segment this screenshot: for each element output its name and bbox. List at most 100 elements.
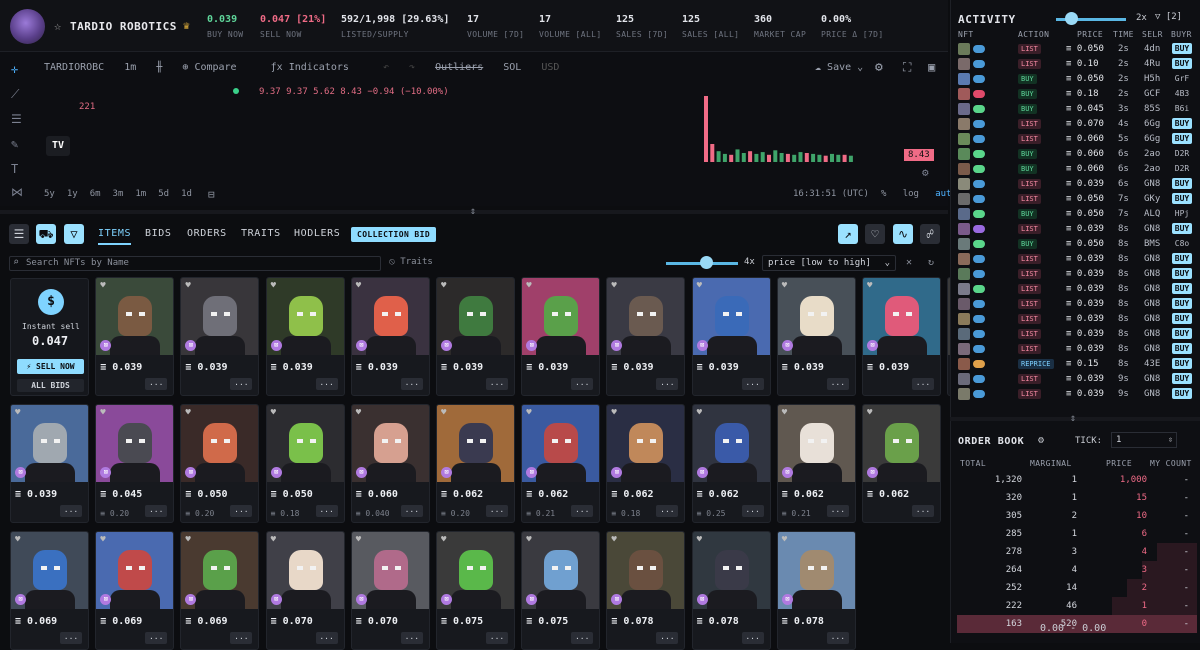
activity-seller[interactable]: GN8 bbox=[1144, 329, 1160, 339]
nft-image[interactable]: ♥⊠ bbox=[607, 532, 685, 609]
nft-image[interactable]: ♥⊠ bbox=[437, 278, 514, 355]
nft-thumbnail[interactable] bbox=[958, 373, 970, 385]
chart-settings-gear-icon[interactable]: ⚙ bbox=[875, 60, 883, 75]
heart-icon[interactable]: ♥ bbox=[697, 408, 702, 418]
nft-image[interactable]: ♥⊠ bbox=[11, 405, 88, 482]
activity-row[interactable]: LIST ≡ 0.039 8s GN8 BUY bbox=[956, 297, 1196, 311]
chat-icon[interactable]: ☍ bbox=[920, 224, 940, 244]
nft-image[interactable]: ♥⊠ bbox=[863, 278, 940, 355]
nft-card[interactable]: ♥ ⊠ ≡ 0.062 ≡ 0.18... bbox=[606, 404, 686, 523]
nft-image[interactable]: ♥⊠ bbox=[96, 405, 174, 482]
buy-button[interactable]: BUY bbox=[1172, 58, 1192, 69]
buy-button[interactable]: BUY bbox=[1172, 313, 1192, 324]
buy-button[interactable]: BUY bbox=[1172, 133, 1192, 144]
more-options-button[interactable]: ... bbox=[230, 632, 253, 644]
nft-card[interactable]: ♥⊠≡ 0.039... bbox=[606, 277, 686, 396]
nft-thumbnail[interactable] bbox=[958, 103, 970, 115]
compare-button[interactable]: ⊕ Compare bbox=[182, 62, 250, 73]
activity-row[interactable]: REPRICE ≡ 0.15 8s 43E BUY bbox=[956, 357, 1196, 371]
activity-seller[interactable]: GCF bbox=[1144, 89, 1160, 99]
activity-row[interactable]: LIST ≡ 0.039 8s GN8 BUY bbox=[956, 267, 1196, 281]
more-options-button[interactable]: ... bbox=[826, 505, 849, 517]
nft-image[interactable]: ♥⊠ bbox=[96, 278, 174, 355]
heart-icon[interactable]: ♥ bbox=[441, 281, 446, 291]
activity-buyer[interactable]: B6i bbox=[1172, 103, 1192, 114]
heart-icon[interactable]: ♥ bbox=[185, 281, 190, 291]
activity-row[interactable]: BUY ≡ 0.18 2s GCF 4B3 bbox=[956, 87, 1196, 101]
sol-toggle[interactable]: SOL bbox=[503, 62, 521, 73]
traits-toggle[interactable]: ⦸ Traits bbox=[389, 257, 433, 267]
nft-image[interactable]: ♥⊠ bbox=[266, 405, 344, 482]
nft-card[interactable]: ♥ ⊠ ≡ 0.070... bbox=[350, 531, 430, 650]
nft-thumbnail[interactable] bbox=[958, 118, 970, 130]
nft-card[interactable]: ♥ ⊠ ≡ 0.062... bbox=[862, 404, 941, 523]
buy-button[interactable]: BUY bbox=[1172, 268, 1192, 279]
chart-axis-settings-icon[interactable]: ⚙ bbox=[922, 166, 929, 179]
nft-card[interactable]: ♥ ⊠ ≡ 0.069... bbox=[180, 531, 260, 650]
chart-symbol[interactable]: TARDIOROBC bbox=[44, 62, 104, 73]
buy-button[interactable]: BUY bbox=[1172, 223, 1192, 234]
activity-seller[interactable]: H5h bbox=[1144, 74, 1160, 84]
heart-icon[interactable]: ♥ bbox=[441, 408, 446, 418]
activity-row[interactable]: LIST ≡ 0.050 7s GKy BUY bbox=[956, 192, 1196, 206]
more-options-button[interactable]: ... bbox=[145, 632, 168, 644]
order-book-row[interactable]: 285 1 6 - bbox=[955, 525, 1197, 543]
nft-image[interactable]: ♥⊠ bbox=[607, 405, 685, 482]
order-book-row[interactable]: 278 3 4 - bbox=[955, 543, 1197, 561]
gear-icon[interactable]: ⚙ bbox=[1038, 435, 1044, 446]
activity-row[interactable]: LIST ≡ 0.060 5s 6Gg BUY bbox=[956, 132, 1196, 146]
buy-button[interactable]: BUY bbox=[1172, 43, 1192, 54]
activity-seller[interactable]: 4dn bbox=[1144, 44, 1160, 54]
nft-image[interactable]: ♥⊠ bbox=[863, 405, 940, 482]
nft-thumbnail[interactable] bbox=[958, 43, 970, 55]
order-book-row[interactable]: 252 14 2 - bbox=[955, 579, 1197, 597]
favorite-star-icon[interactable]: ☆ bbox=[54, 19, 61, 33]
nft-thumbnail[interactable] bbox=[958, 283, 970, 295]
order-book-row[interactable]: 305 2 10 - bbox=[955, 507, 1197, 525]
heart-icon[interactable]: ♥ bbox=[356, 408, 361, 418]
more-options-button[interactable]: ... bbox=[315, 632, 338, 644]
nft-card[interactable]: ♥ ⊠ ≡ 0.075... bbox=[436, 531, 515, 650]
nft-card[interactable]: ♥⊠≡ 0.039... bbox=[521, 277, 601, 396]
nft-thumbnail[interactable] bbox=[958, 358, 970, 370]
nft-card[interactable]: ♥⊠≡ 0.039... bbox=[862, 277, 941, 396]
more-options-button[interactable]: ... bbox=[230, 378, 253, 390]
nft-image[interactable]: ♥⊠ bbox=[522, 278, 600, 355]
activity-buyer[interactable]: D2R bbox=[1172, 163, 1192, 174]
nft-card[interactable]: ♥ ⊠ ≡ 0.060 ≡ 0.040... bbox=[350, 404, 430, 523]
range-button[interactable]: 1m bbox=[135, 189, 146, 199]
activity-buyer[interactable]: 4B3 bbox=[1172, 88, 1192, 99]
order-book-row[interactable]: 264 4 3 - bbox=[955, 561, 1197, 579]
nft-image[interactable]: ♥⊠ bbox=[777, 278, 855, 355]
heart-icon[interactable]: ♥ bbox=[526, 281, 531, 291]
tab-bids[interactable]: BIDS bbox=[145, 228, 171, 239]
nft-thumbnail[interactable] bbox=[958, 148, 970, 160]
tab-orders[interactable]: ORDERS bbox=[187, 228, 227, 239]
more-options-button[interactable]: ... bbox=[656, 632, 679, 644]
buy-button[interactable]: BUY bbox=[1172, 193, 1192, 204]
more-options-button[interactable]: ... bbox=[486, 378, 508, 390]
grid-size-slider-handle[interactable] bbox=[700, 256, 713, 269]
heart-icon[interactable]: ♥ bbox=[271, 281, 276, 291]
activity-seller[interactable]: GN8 bbox=[1144, 224, 1160, 234]
menu-icon[interactable]: ☰ bbox=[9, 224, 29, 244]
nft-card[interactable]: ♥⊠≡ 0.039... bbox=[10, 404, 89, 523]
nft-image[interactable]: ♥⊠ bbox=[351, 278, 429, 355]
heart-icon[interactable]: ♥ bbox=[697, 281, 702, 291]
buy-button[interactable]: BUY bbox=[1172, 328, 1192, 339]
activity-row[interactable]: BUY ≡ 0.050 7s ALQ HPj bbox=[956, 207, 1196, 221]
usd-toggle[interactable]: USD bbox=[541, 62, 559, 73]
nft-image[interactable]: ♥⊠ bbox=[181, 532, 259, 609]
nft-image[interactable]: ♥⊠ bbox=[607, 278, 685, 355]
more-options-button[interactable]: ... bbox=[145, 378, 168, 390]
nft-card[interactable]: ♥ ⊠ ≡ 0.069... bbox=[95, 531, 175, 650]
more-options-button[interactable]: ... bbox=[571, 632, 594, 644]
nft-image[interactable]: ♥⊠ bbox=[266, 278, 344, 355]
nft-card[interactable]: ♥ ⊠ ≡ 0.075... bbox=[521, 531, 601, 650]
activity-seller[interactable]: ALQ bbox=[1144, 209, 1160, 219]
heart-icon[interactable]: ♥ bbox=[611, 408, 616, 418]
order-book-row[interactable]: 1,320 1 1,000 - bbox=[955, 471, 1197, 489]
activity-seller[interactable]: BMS bbox=[1144, 239, 1160, 249]
more-options-button[interactable]: ... bbox=[145, 505, 168, 517]
nft-thumbnail[interactable] bbox=[958, 253, 970, 265]
